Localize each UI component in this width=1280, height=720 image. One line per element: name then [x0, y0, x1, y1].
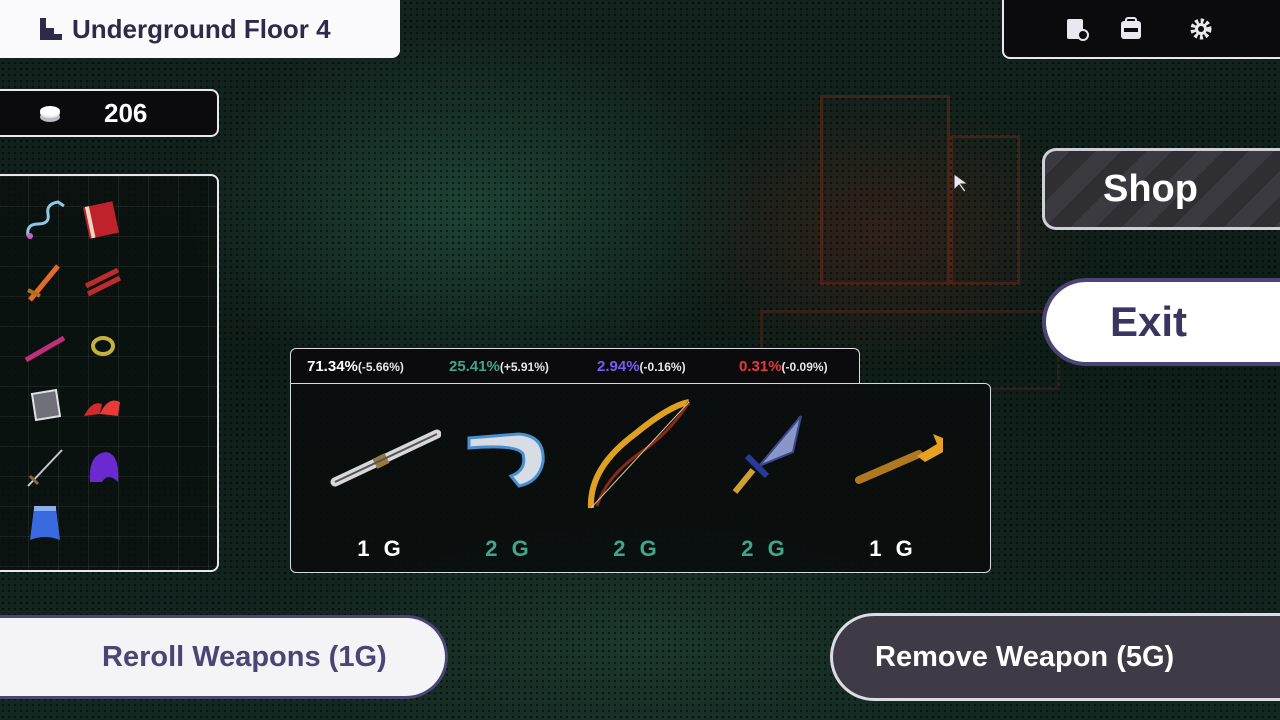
- remove-label: Remove Weapon (5G): [875, 640, 1175, 673]
- reroll-label: Reroll Weapons (1G): [102, 640, 387, 673]
- gold-ring-icon[interactable]: [78, 318, 128, 368]
- weapon-slot-dagger[interactable]: 2 G: [701, 404, 829, 564]
- purple-hood-icon[interactable]: [78, 442, 128, 492]
- odds-uncommon-delta: (+5.91%): [499, 360, 549, 374]
- bow-icon: [587, 399, 691, 509]
- exit-label: Exit: [1110, 298, 1188, 345]
- red-boots-icon[interactable]: [78, 380, 128, 430]
- thin-sword-icon[interactable]: [20, 442, 70, 492]
- mouse-cursor-icon: [953, 173, 970, 193]
- shop-button[interactable]: Shop: [1042, 148, 1280, 230]
- orange-sword-icon[interactable]: [20, 256, 70, 306]
- exit-button[interactable]: Exit: [1042, 278, 1280, 366]
- odds-legendary-delta: (-0.09%): [781, 360, 828, 374]
- odds-rare: 2.94%(-0.16%): [597, 358, 686, 375]
- odds-common: 71.34%(-5.66%): [307, 358, 404, 375]
- gold-counter: 206: [0, 89, 219, 137]
- torch-club-icon: [855, 434, 943, 484]
- gold-amount: 206: [104, 97, 148, 128]
- weapon-slot-bow[interactable]: 2 G: [573, 399, 701, 564]
- reroll-weapons-button[interactable]: Reroll Weapons (1G): [0, 615, 448, 699]
- weapon-price-torch-club: 1 G: [869, 536, 917, 561]
- weapon-slot-boomerang[interactable]: 2 G: [445, 404, 573, 564]
- floor-title-bar: Underground Floor 4: [0, 0, 400, 58]
- odds-uncommon-percent: 25.41%: [449, 358, 500, 375]
- remove-weapon-button[interactable]: Remove Weapon (5G): [830, 613, 1280, 701]
- dagger-icon: [732, 415, 802, 494]
- whip-chain-icon[interactable]: [20, 194, 70, 244]
- weapon-price-boomerang: 2 G: [485, 536, 533, 561]
- odds-legendary: 0.31%(-0.09%): [739, 358, 828, 375]
- odds-rare-delta: (-0.16%): [639, 360, 686, 374]
- blue-cloak-icon[interactable]: [20, 498, 70, 548]
- floor-title: Underground Floor 4: [72, 13, 331, 44]
- map-icon[interactable]: [1064, 16, 1090, 42]
- odds-uncommon: 25.41%(+5.91%): [449, 358, 549, 375]
- stone-armor-icon[interactable]: [20, 380, 70, 430]
- staff-icon: [330, 429, 441, 487]
- inventory-panel: [0, 174, 219, 572]
- weapon-price-dagger: 2 G: [741, 536, 789, 561]
- rarity-odds-bar: 71.34%(-5.66%) 25.41%(+5.91%) 2.94%(-0.1…: [290, 348, 860, 384]
- shop-label: Shop: [1103, 167, 1198, 210]
- weapon-offer-panel: 1 G 2 G 2 G 2 G 1 G: [290, 383, 991, 573]
- weapon-slot-torch-club[interactable]: 1 G: [829, 404, 957, 564]
- coin-stack-icon: [40, 106, 60, 122]
- odds-common-percent: 71.34%: [307, 358, 358, 375]
- gear-icon[interactable]: [1188, 16, 1214, 42]
- stairs-icon: [40, 18, 62, 40]
- weapon-price-bow: 2 G: [613, 536, 661, 561]
- boomerang-icon: [467, 432, 545, 488]
- odds-rare-percent: 2.94%: [597, 358, 640, 375]
- red-tome-icon[interactable]: [78, 194, 128, 244]
- pink-wand-icon[interactable]: [20, 318, 70, 368]
- odds-legendary-percent: 0.31%: [739, 358, 782, 375]
- red-claws-icon[interactable]: [78, 256, 128, 306]
- backpack-icon[interactable]: [1118, 16, 1144, 42]
- weapon-price-staff: 1 G: [357, 536, 405, 561]
- weapon-slot-staff[interactable]: 1 G: [317, 404, 445, 564]
- odds-common-delta: (-5.66%): [357, 360, 404, 374]
- top-toolbar: [1002, 0, 1280, 59]
